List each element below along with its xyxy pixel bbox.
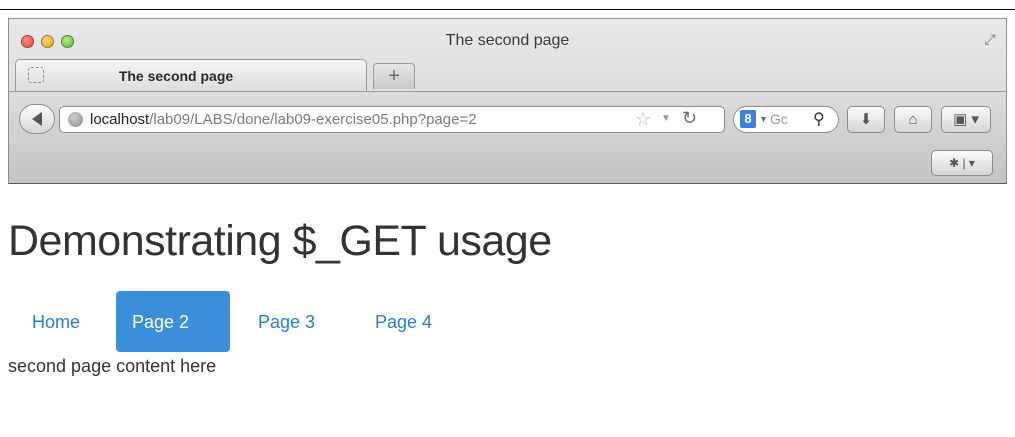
download-icon: ⬇ (859, 111, 873, 128)
home-icon: ⌂ (908, 111, 918, 128)
nav-item-page-2[interactable]: Page 2 (116, 291, 230, 352)
title-bar: The second page ⤢ (9, 19, 1006, 59)
navigation-toolbar: localhost/lab09/LABS/done/lab09-exercise… (9, 91, 1006, 183)
back-icon (32, 112, 42, 126)
bookmarks-icon: ▣ ▾ (953, 111, 979, 128)
home-button[interactable]: ⌂ (894, 106, 932, 133)
tab-label: The second page (118, 68, 234, 84)
search-engine-dropdown-icon[interactable]: ▼ (759, 114, 768, 124)
history-dropdown-icon[interactable]: ▼ (661, 113, 671, 124)
search-text[interactable]: Gc (770, 111, 788, 127)
url-text[interactable]: localhost/lab09/LABS/done/lab09-exercise… (90, 111, 477, 128)
star-icon[interactable]: ☆ (635, 109, 651, 130)
window-title: The second page (445, 32, 570, 49)
extension-button[interactable]: ✱ | ▾ (931, 150, 993, 176)
reload-icon[interactable]: ↻ (682, 108, 697, 129)
address-bar[interactable]: localhost/lab09/LABS/done/lab09-exercise… (59, 106, 725, 133)
new-tab-button[interactable]: + (373, 63, 415, 89)
page-title: Demonstrating $_GET usage (8, 217, 552, 265)
url-host: localhost (90, 111, 150, 128)
top-rule (0, 0, 1015, 10)
globe-icon (68, 112, 83, 127)
url-path: /lab09/LABS/done/lab09-exercise05.php?pa… (149, 111, 477, 128)
search-field[interactable]: 8 ▼ Gc ⚲ (733, 106, 839, 133)
nav-item-page-4[interactable]: Page 4 (359, 291, 459, 352)
extension-icon: ✱ | ▾ (949, 156, 975, 170)
nav-item-page-3[interactable]: Page 3 (242, 291, 342, 352)
browser-window: The second page ⤢ The second page + loca… (8, 18, 1007, 184)
back-button[interactable] (19, 104, 55, 134)
bookmarks-button[interactable]: ▣ ▾ (941, 106, 991, 133)
google-icon[interactable]: 8 (740, 110, 756, 128)
downloads-button[interactable]: ⬇ (847, 106, 885, 133)
page-content: second page content here (8, 356, 217, 376)
nav-item-home[interactable]: Home (16, 291, 106, 352)
search-icon[interactable]: ⚲ (813, 109, 825, 129)
fullscreen-icon[interactable]: ⤢ (982, 31, 998, 47)
tab-current[interactable]: The second page (15, 59, 367, 91)
